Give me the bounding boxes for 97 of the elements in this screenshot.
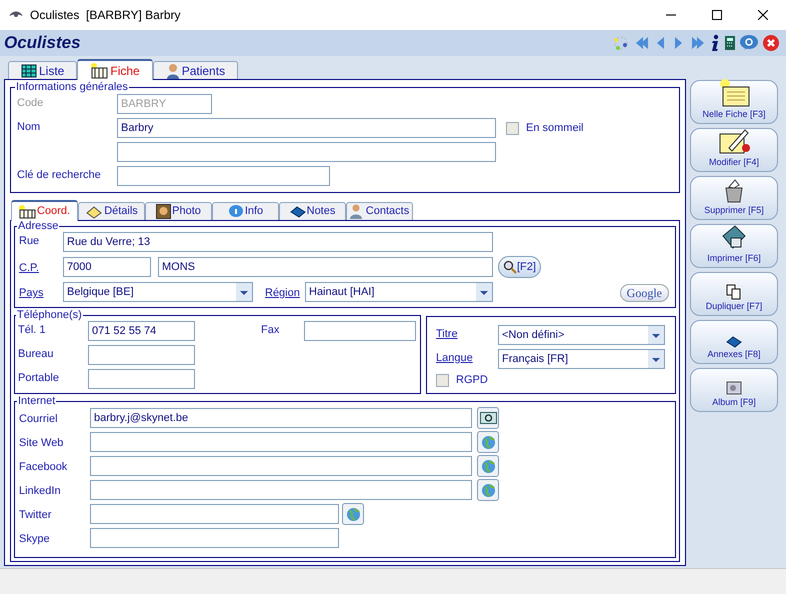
dropdown-field[interactable]: Français [FR] (498, 349, 665, 369)
field-label[interactable]: Langue (436, 352, 473, 364)
action-button[interactable]: Nelle Fiche [F3] (690, 80, 778, 124)
dropdown-field[interactable]: Hainaut [HAI] (305, 282, 493, 302)
google-button[interactable]: Google (620, 284, 669, 302)
tab-icon (85, 204, 104, 218)
tab-icon (21, 64, 37, 78)
tab-icon (228, 204, 244, 219)
tab-icon (350, 204, 365, 219)
action-button[interactable]: Supprimer [F5] (690, 176, 778, 220)
tab[interactable]: Fiche (77, 59, 153, 80)
input-field[interactable]: barbry.j@skynet.be (90, 408, 472, 428)
field-label: Skype (19, 533, 50, 545)
tab-icon (90, 62, 108, 78)
input-field[interactable]: MONS (158, 257, 493, 277)
action-button[interactable]: Album [F9] (690, 368, 778, 412)
field-label[interactable]: Titre (436, 328, 458, 340)
action-button[interactable]: Annexes [F8] (690, 320, 778, 364)
field-label: Rue (19, 235, 40, 247)
tab[interactable]: Contacts (346, 202, 413, 220)
input-field[interactable]: Barbry (117, 118, 496, 138)
group-title: Adresse (17, 221, 60, 232)
input-field[interactable]: Rue du Verre; 13 (63, 232, 493, 252)
globe-icon (480, 482, 496, 498)
tab[interactable]: Détails (78, 202, 145, 220)
lookup-button[interactable]: [F2] (498, 256, 541, 278)
input-field[interactable] (90, 432, 472, 452)
input-field[interactable]: 7000 (63, 257, 151, 277)
web-button[interactable] (477, 479, 499, 501)
search-icon (503, 260, 517, 274)
eye-icon (8, 10, 24, 20)
globe-icon (480, 434, 496, 450)
field-label: Code (17, 97, 44, 109)
tab[interactable]: Notes (279, 202, 346, 220)
checkbox-label: En sommeil (526, 121, 584, 135)
field-label: Fax (261, 324, 280, 336)
tab-icon (18, 204, 36, 218)
field-label: Nom (17, 121, 40, 133)
field-label[interactable]: Pays (19, 287, 44, 299)
field-label: Facebook (19, 461, 68, 473)
group-title: Téléphone(s) (16, 310, 83, 321)
globe-icon (346, 506, 360, 522)
new-icon (717, 78, 751, 108)
tab[interactable]: Patients (152, 61, 238, 79)
tab-icon (290, 206, 306, 218)
field-label: Portable (18, 372, 59, 384)
refresh-icon[interactable] (612, 34, 630, 52)
input-field[interactable] (90, 456, 472, 476)
web-button[interactable] (342, 503, 364, 525)
maximize-icon (712, 10, 722, 20)
action-button[interactable]: Modifier [F4] (690, 128, 778, 172)
input-field[interactable] (304, 321, 416, 341)
checkbox-label: RGPD (456, 373, 488, 387)
help-icon[interactable] (739, 34, 759, 52)
action-button[interactable]: Dupliquer [F7] (690, 272, 778, 316)
input-field[interactable] (88, 345, 195, 365)
checkbox[interactable] (436, 374, 449, 386)
input-field[interactable]: 071 52 55 74 (88, 321, 195, 341)
tab-icon (156, 204, 172, 219)
globe-icon (480, 458, 496, 474)
tab[interactable]: Info (212, 202, 279, 220)
email-button[interactable] (477, 407, 499, 429)
field-label: Tél. 1 (18, 324, 46, 336)
tab[interactable]: Coord. (11, 200, 78, 221)
tab-icon (166, 62, 180, 78)
close-icon[interactable] (762, 34, 780, 52)
input-field[interactable] (117, 166, 330, 186)
field-label: Clé de recherche (17, 169, 101, 181)
input-field[interactable] (90, 528, 339, 548)
close-icon (758, 10, 768, 20)
calculator-icon[interactable] (724, 35, 736, 51)
input-field[interactable] (90, 504, 339, 524)
tab[interactable]: Photo (145, 202, 212, 220)
module-title: Oculistes (4, 32, 81, 54)
album-icon (726, 380, 742, 396)
field-label: Bureau (18, 348, 54, 360)
window-title: Oculistes [BARBRY] Barbry (30, 7, 180, 24)
dropdown-field[interactable]: Belgique [BE] (63, 282, 253, 302)
info-icon[interactable] (709, 34, 721, 52)
input-field[interactable] (117, 142, 496, 162)
dropdown-field[interactable]: <Non défini> (498, 325, 665, 345)
email-icon (480, 412, 496, 424)
group-title: Internet (17, 396, 56, 407)
web-button[interactable] (477, 455, 499, 477)
field-label[interactable]: C.P. (19, 262, 39, 274)
group-title: Informations générales (15, 82, 129, 93)
field-label[interactable]: Région (265, 287, 300, 299)
input-field[interactable] (88, 369, 195, 389)
checkbox[interactable] (506, 122, 519, 134)
tab[interactable]: Liste (8, 61, 78, 79)
field-label: Twitter (19, 509, 52, 521)
field-label: Courriel (19, 413, 58, 425)
field-label: LinkedIn (19, 485, 61, 497)
input-field[interactable] (90, 480, 472, 500)
action-button[interactable]: Imprimer [F6] (690, 224, 778, 268)
copy-icon (726, 284, 742, 300)
field-label: Site Web (19, 437, 64, 449)
